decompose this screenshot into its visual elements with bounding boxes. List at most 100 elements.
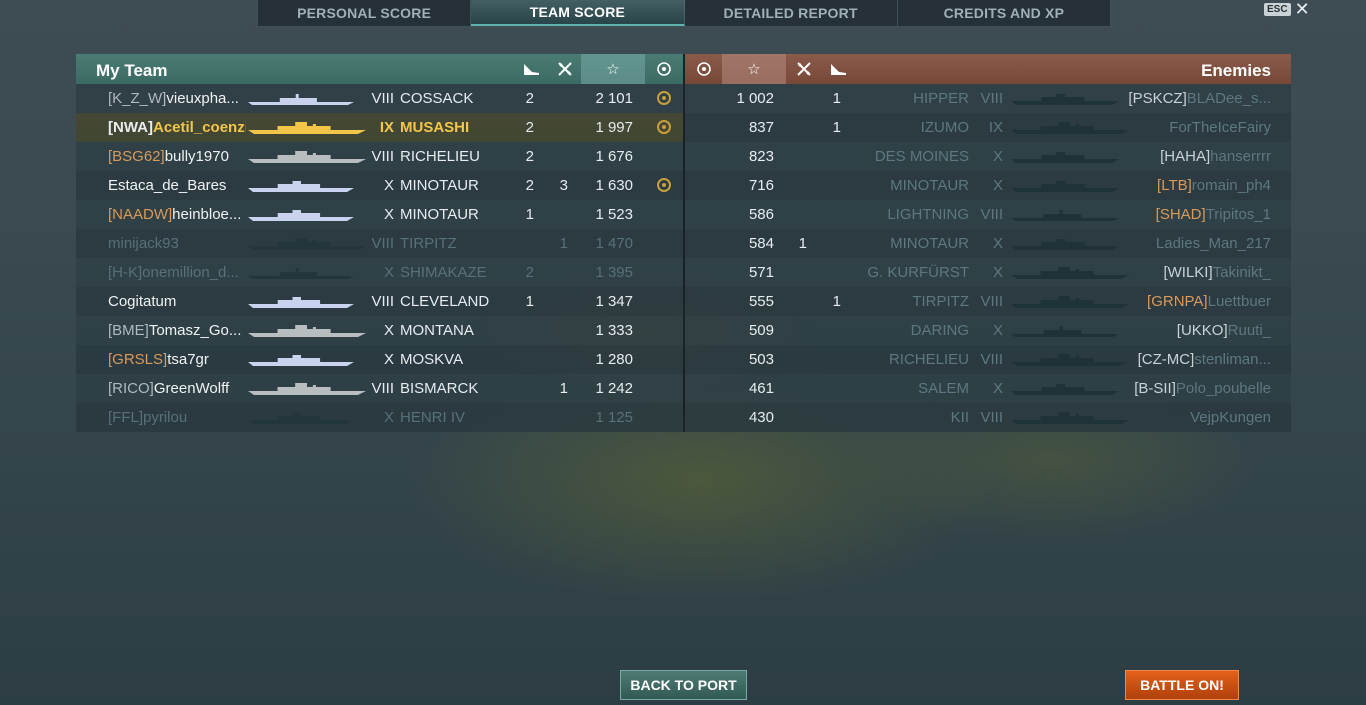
tab-detailed-report[interactable]: DETAILED REPORT [685, 0, 898, 26]
ship-name-tier: IZUMO IX [835, 113, 1003, 142]
player-name-cell: [CZ-MC]stenliman... [1125, 345, 1271, 374]
clan-tag: [NAADW] [108, 206, 173, 223]
enemy-row[interactable]: 509 DARING X [UKKO]Ruuti_ [685, 316, 1291, 345]
ship-silhouette-icon [248, 150, 366, 164]
enemy-row[interactable]: 716 MINOTAUR X [LTB]romain_ph4 [685, 171, 1291, 200]
ship-tier: X [383, 206, 394, 223]
battle-on-button[interactable]: BATTLE ON! [1125, 670, 1239, 700]
esc-key-hint: ESC [1264, 2, 1291, 16]
player-name-cell: [SHAD]Tripitos_1 [1125, 200, 1271, 229]
ship-tier: X [383, 409, 394, 426]
enemy-row[interactable]: 461 SALEM X [B-SII]Polo_poubelle [685, 374, 1291, 403]
enemy-row[interactable]: 837 1 IZUMO IX ForTheIceFairy [685, 113, 1291, 142]
player-name: Ruuti_ [1227, 322, 1271, 339]
clan-tag: [B-SII] [1134, 380, 1176, 397]
ships-destroyed [516, 345, 534, 374]
esc-close[interactable]: ESC ✕ [1264, 0, 1310, 18]
ship-name: RICHELIEU [400, 148, 481, 165]
base-xp-score: 1 523 [595, 206, 633, 223]
my-team-list: [K_Z_W]vieuxpha... VIII COSSACK 2 2 101 [NWA… [76, 84, 683, 432]
ship-name: MOSKVA [400, 351, 464, 368]
player-name: Takinikt_ [1212, 264, 1271, 281]
my-team-row[interactable]: [NAADW]heinbloe... X MINOTAUR 1 1 523 [76, 200, 683, 229]
enemy-row[interactable]: 586 LIGHTNING VIII [SHAD]Tripitos_1 [685, 200, 1291, 229]
ship-name: MINOTAUR [890, 177, 969, 194]
ship-name: IZUMO [920, 119, 969, 136]
ship-silhouette-icon [1011, 411, 1129, 425]
ship-silhouette-icon [248, 295, 354, 309]
player-name-cell: [GRSLS]tsa7gr [108, 345, 246, 374]
medal-icon [657, 91, 671, 105]
team-divider [683, 54, 685, 432]
enemies-title: Enemies [1201, 61, 1271, 80]
base-xp-score: 716 [748, 177, 774, 194]
my-team-row[interactable]: Estaca_de_Bares X MINOTAUR 2 3 1 630 [76, 171, 683, 200]
ships-destroyed [516, 229, 534, 258]
ship-silhouette-icon [248, 121, 366, 135]
ship-name-tier: RICHELIEU VIII [835, 345, 1003, 374]
player-name-cell: VejpKungen [1125, 403, 1271, 432]
enemy-team-list: 1 002 1 HIPPER VIII [PSKCZ]BLADee_s... 837 1 I… [685, 84, 1291, 432]
ship-silhouette-icon [1011, 121, 1129, 135]
planes-destroyed [550, 142, 568, 171]
ship-tier: X [383, 351, 394, 368]
my-team-row[interactable]: [RICO]GreenWolff VIII BISMARCK 1 1 242 [76, 374, 683, 403]
ship-tier: VIII [371, 148, 394, 165]
planes-destroyed [789, 171, 807, 200]
base-xp-score: 1 280 [595, 351, 633, 368]
close-icon[interactable]: ✕ [1295, 0, 1310, 18]
my-team-row[interactable]: [FFL]pyrilou X HENRI IV 1 125 [76, 403, 683, 432]
ship-name: SHIMAKAZE [400, 264, 487, 281]
ship-tier: VIII [371, 293, 394, 310]
base-xp-score: 461 [748, 380, 774, 397]
enemy-row[interactable]: 503 RICHELIEU VIII [CZ-MC]stenliman... [685, 345, 1291, 374]
player-name: Ladies_Man_217 [1155, 235, 1271, 252]
clan-tag: [BSG62] [108, 148, 165, 165]
my-team-row[interactable]: [BME]Tomasz_Go... X MONTANA 1 333 [76, 316, 683, 345]
planes-destroyed [550, 113, 568, 142]
ship-silhouette-icon [1011, 237, 1119, 251]
planes-destroyed: 3 [559, 177, 568, 194]
my-team-row[interactable]: Cogitatum VIII CLEVELAND 1 1 347 [76, 287, 683, 316]
ship-name: KII [950, 409, 969, 426]
star-icon: ☆ [722, 54, 786, 84]
tab-personal-score[interactable]: PERSONAL SCORE [258, 0, 472, 26]
my-team-row[interactable]: minijack93 VIII TIRPITZ 1 1 470 [76, 229, 683, 258]
results-tabs: PERSONAL SCORE TEAM SCORE DETAILED REPOR… [257, 0, 1111, 27]
enemy-row[interactable]: 823 DES MOINES X [HAHA]hanserrrr [685, 142, 1291, 171]
ships-destroyed [516, 316, 534, 345]
enemy-row[interactable]: 584 1 MINOTAUR X Ladies_Man_217 [685, 229, 1291, 258]
player-name: ForTheIceFairy [1169, 119, 1271, 136]
my-team-row[interactable]: [K_Z_W]vieuxpha... VIII COSSACK 2 2 101 [76, 84, 683, 113]
ship-silhouette-icon [248, 208, 354, 222]
planes-destroyed [789, 142, 807, 171]
player-name-cell: [BME]Tomasz_Go... [108, 316, 246, 345]
ship-tier: X [992, 264, 1003, 281]
ship-name: COSSACK [400, 90, 474, 107]
ship-name-tier: DARING X [835, 316, 1003, 345]
enemy-row[interactable]: 1 002 1 HIPPER VIII [PSKCZ]BLADee_s... [685, 84, 1291, 113]
enemy-row[interactable]: 430 KII VIII VejpKungen [685, 403, 1291, 432]
planes-destroyed: 1 [798, 235, 807, 252]
player-name-cell: [PSKCZ]BLADee_s... [1125, 84, 1271, 113]
my-team-row[interactable]: [H-K]onemillion_d... X SHIMAKAZE 2 1 395 [76, 258, 683, 287]
player-name: BLADee_s... [1186, 90, 1271, 107]
ship-silhouette-icon [1011, 382, 1119, 396]
ship-tier: VIII [980, 409, 1003, 426]
tab-credits-xp[interactable]: CREDITS AND XP [898, 0, 1110, 26]
my-team-row[interactable]: [NWA]Acetil_coenzi... IX MUSASHI 2 1 997 [76, 113, 683, 142]
clan-tag: [K_Z_W] [108, 90, 167, 107]
tab-team-score[interactable]: TEAM SCORE [471, 0, 685, 26]
ship-tier: VIII [371, 90, 394, 107]
ship-name: HENRI IV [400, 409, 466, 426]
base-xp-score: 1 125 [595, 409, 633, 426]
planes-destroyed [789, 84, 807, 113]
enemy-row[interactable]: 555 1 TIRPITZ VIII [GRNPA]Luettbuer [685, 287, 1291, 316]
enemy-row[interactable]: 571 G. KURFÜRST X [WILKI]Takinikt_ [685, 258, 1291, 287]
ship-name-tier: KII VIII [835, 403, 1003, 432]
back-to-port-button[interactable]: BACK TO PORT [620, 670, 747, 700]
my-team-row[interactable]: [GRSLS]tsa7gr X MOSKVA 1 280 [76, 345, 683, 374]
clan-tag: [NWA] [108, 119, 153, 136]
planes-destroyed [789, 258, 807, 287]
my-team-row[interactable]: [BSG62]bully1970 VIII RICHELIEU 2 1 676 [76, 142, 683, 171]
